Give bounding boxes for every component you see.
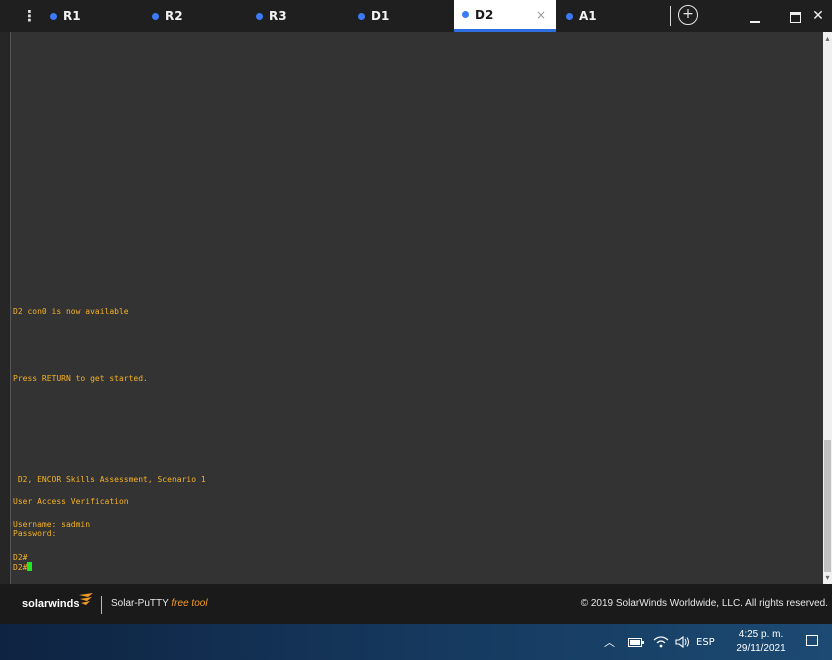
terminal-line: Press RETURN to get started. xyxy=(13,374,148,383)
windows-taskbar: ︿ ESP 4:25 p. m. 29/11/2021 xyxy=(0,624,832,660)
status-dot-icon xyxy=(358,12,365,20)
wifi-icon[interactable] xyxy=(653,624,669,660)
terminal-line: Password: xyxy=(13,529,57,538)
clock-time: 4:25 p. m. xyxy=(738,629,784,640)
tab-label: R2 xyxy=(165,9,183,23)
product-tag: free tool xyxy=(171,598,208,609)
volume-icon[interactable] xyxy=(675,624,691,660)
battery-icon[interactable] xyxy=(628,624,644,660)
status-dot-icon xyxy=(566,12,573,20)
scroll-down-icon[interactable]: ▾ xyxy=(824,573,831,582)
footer-divider xyxy=(101,596,102,614)
copyright-text: © 2019 SolarWinds Worldwide, LLC. All ri… xyxy=(580,598,828,609)
tab-label: D2 xyxy=(475,7,494,22)
status-dot-icon xyxy=(50,12,57,20)
close-tab-icon[interactable]: × xyxy=(536,8,546,22)
language-indicator[interactable]: ESP xyxy=(696,624,715,660)
terminal-gutter xyxy=(0,32,10,584)
tab-label: R1 xyxy=(63,9,81,23)
menu-dots-icon[interactable]: ⋮ xyxy=(22,7,37,25)
tab-divider xyxy=(670,6,671,26)
tab-a1[interactable]: A1 xyxy=(566,0,662,32)
tab-label: R3 xyxy=(269,9,287,23)
tab-r1[interactable]: R1 xyxy=(50,0,150,32)
product-label: Solar-PuTTY xyxy=(111,598,169,609)
app-footer: solarwinds Solar-PuTTY free tool © 2019 … xyxy=(0,586,832,624)
notification-center-icon[interactable] xyxy=(806,635,818,646)
terminal-line: User Access Verification xyxy=(13,497,129,506)
show-hidden-icons-icon[interactable]: ︿ xyxy=(604,624,615,660)
scrollbar-thumb[interactable] xyxy=(824,440,831,572)
tab-label: D1 xyxy=(371,9,390,23)
terminal-prompt: D2# xyxy=(13,563,28,572)
tab-d1[interactable]: D1 xyxy=(358,0,454,32)
tab-r2[interactable]: R2 xyxy=(152,0,252,32)
status-dot-icon xyxy=(256,12,263,20)
terminal-prompt-line: D2# xyxy=(13,562,33,573)
terminal-console[interactable]: D2 con0 is now available Press RETURN to… xyxy=(10,32,823,584)
minimize-button[interactable] xyxy=(740,0,768,32)
minimize-icon xyxy=(750,21,760,23)
terminal-scrollbar[interactable]: ▴ ▾ xyxy=(823,32,832,584)
product-name: Solar-PuTTY free tool xyxy=(111,598,208,609)
text-cursor xyxy=(27,562,33,571)
terminal-line: D2 con0 is now available xyxy=(13,307,129,316)
scroll-up-icon[interactable]: ▴ xyxy=(824,34,831,43)
solarwinds-logo: solarwinds xyxy=(22,598,80,610)
solarwinds-logo-icon xyxy=(79,593,93,605)
tab-d2[interactable]: D2 × xyxy=(454,0,556,32)
tab-label: A1 xyxy=(579,9,597,23)
maximize-icon xyxy=(790,12,801,23)
clock-date: 29/11/2021 xyxy=(736,643,786,654)
taskbar-clock[interactable]: 4:25 p. m. 29/11/2021 xyxy=(726,628,796,656)
terminal-line: D2, ENCOR Skills Assessment, Scenario 1 xyxy=(13,475,206,484)
status-dot-icon xyxy=(462,11,469,18)
session-tab-bar: ⋮ R1 R2 R3 D1 D2 × A1 + ✕ xyxy=(0,0,832,32)
tab-r3[interactable]: R3 xyxy=(256,0,356,32)
add-tab-icon[interactable]: + xyxy=(678,5,698,25)
status-dot-icon xyxy=(152,12,159,20)
close-window-button[interactable]: ✕ xyxy=(804,0,832,32)
